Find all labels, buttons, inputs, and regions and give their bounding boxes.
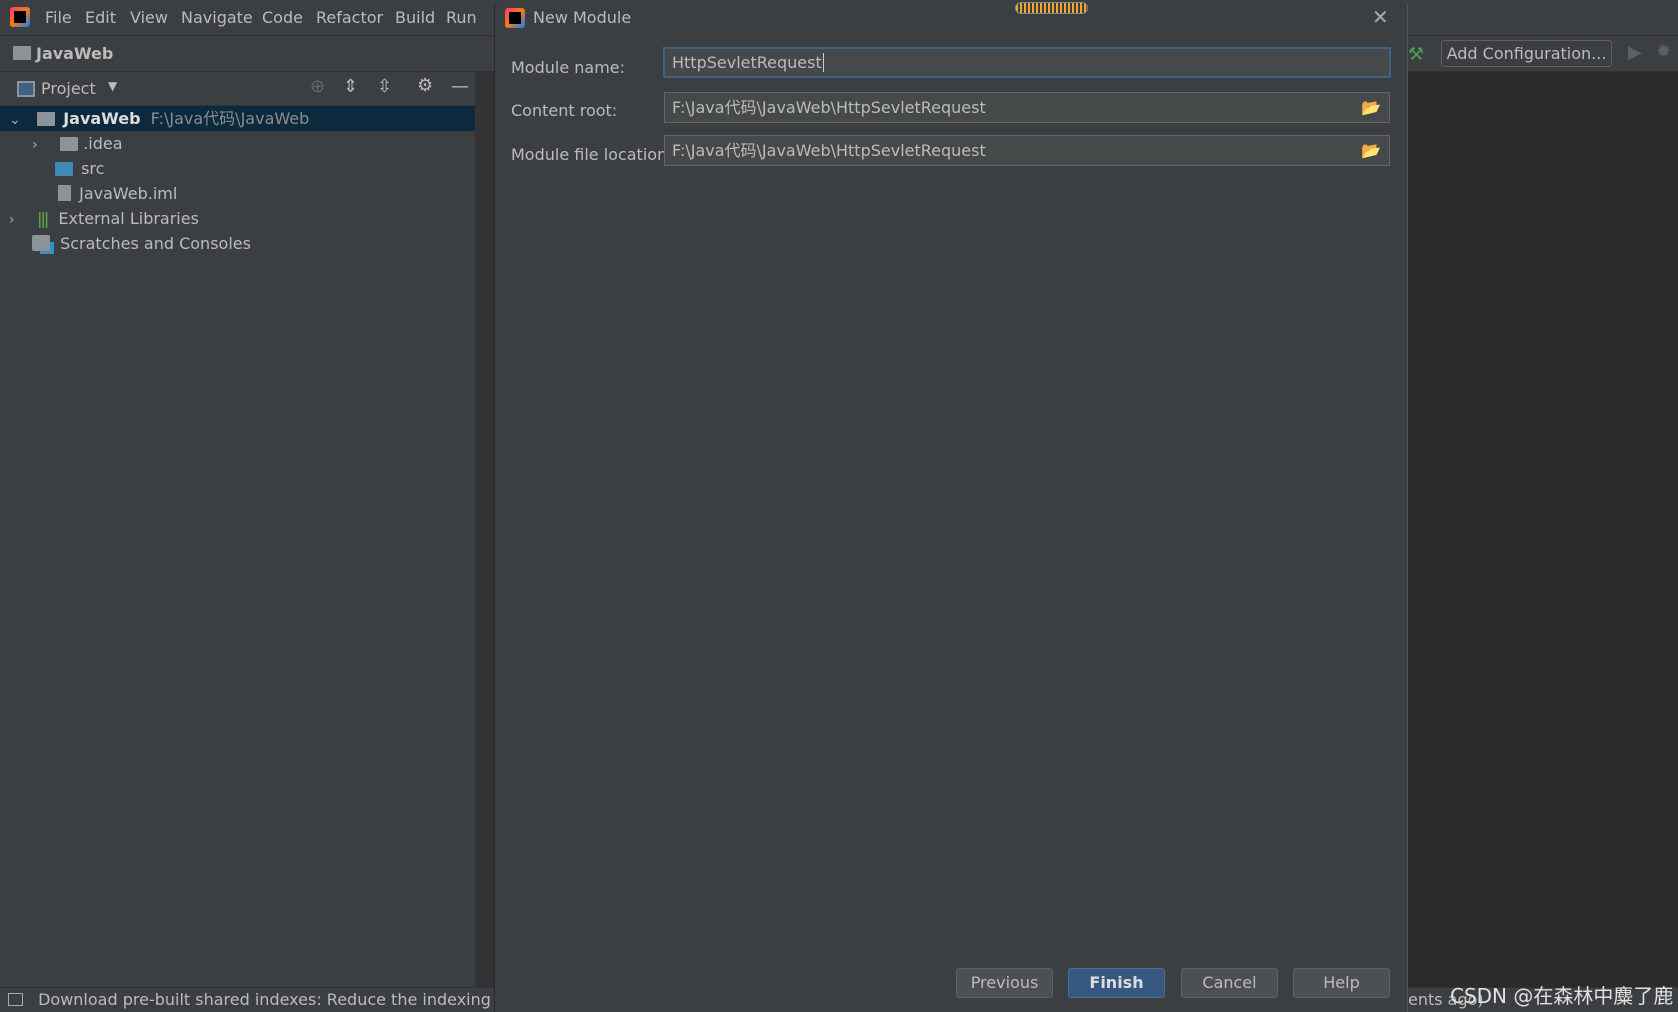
run-icon[interactable]: ▶	[1628, 42, 1642, 63]
module-name-input[interactable]: HttpSevletRequest	[663, 47, 1391, 78]
expand-all-icon[interactable]: ⇕	[343, 76, 358, 97]
project-view-icon	[17, 81, 35, 97]
module-file-location-label: Module file location:	[511, 145, 673, 164]
menu-file[interactable]: File	[45, 8, 72, 27]
chevron-down-icon[interactable]: ⌄	[9, 108, 23, 133]
content-root-input[interactable]: F:\Java代码\JavaWeb\HttpSevletRequest 📂	[664, 92, 1390, 123]
tree-item-javaweb[interactable]: ⌄ JavaWeb F:\Java代码\JavaWeb	[0, 106, 475, 131]
menu-edit[interactable]: Edit	[85, 8, 116, 27]
collapse-all-icon[interactable]: ⇳	[377, 76, 392, 97]
debug-icon[interactable]: ✹	[1656, 41, 1671, 62]
scratches-icon	[32, 235, 50, 251]
status-bar: Download pre-built shared indexes: Reduc…	[0, 987, 494, 1012]
project-folder-icon	[13, 46, 31, 60]
source-folder-icon	[55, 162, 73, 176]
cancel-button[interactable]: Cancel	[1181, 968, 1278, 998]
file-icon	[58, 185, 71, 201]
chevron-down-icon[interactable]: ▼	[108, 79, 117, 93]
browse-folder-icon[interactable]: 📂	[1361, 93, 1381, 122]
tree-item-label: JavaWeb.iml	[79, 184, 178, 203]
folder-icon	[60, 137, 79, 151]
tree-item-label: External Libraries	[58, 209, 199, 228]
status-toggle-icon[interactable]	[8, 993, 23, 1006]
tree-item-external-libraries[interactable]: › ||| External Libraries	[0, 206, 475, 231]
content-root-label: Content root:	[511, 101, 618, 120]
chevron-right-icon[interactable]: ›	[32, 133, 46, 158]
browse-folder-icon[interactable]: 📂	[1361, 136, 1381, 165]
tree-item-src[interactable]: src	[0, 156, 475, 181]
breadcrumb-project[interactable]: JavaWeb	[36, 44, 113, 63]
intellij-logo-icon	[10, 7, 30, 27]
menu-build[interactable]: Build	[395, 8, 435, 27]
progress-indicator	[1015, 2, 1088, 14]
new-module-dialog: New Module ✕ Module name: HttpSevletRequ…	[494, 0, 1408, 1012]
module-folder-icon	[37, 112, 56, 126]
watermark: CSDN @在森林中麋了鹿	[1450, 984, 1674, 1008]
tree-item-label: Scratches and Consoles	[60, 234, 251, 253]
module-file-location-input[interactable]: F:\Java代码\JavaWeb\HttpSevletRequest 📂	[664, 135, 1390, 166]
library-icon: |||	[37, 209, 49, 228]
help-button[interactable]: Help	[1293, 968, 1390, 998]
finish-button[interactable]: Finish	[1068, 968, 1165, 998]
intellij-logo-icon	[505, 8, 525, 28]
dialog-title: New Module	[533, 8, 632, 27]
close-icon[interactable]: ✕	[1372, 5, 1389, 29]
tree-item-idea[interactable]: › .idea	[0, 131, 475, 156]
content-root-value: F:\Java代码\JavaWeb\HttpSevletRequest	[672, 98, 986, 117]
tree-item-iml[interactable]: JavaWeb.iml	[0, 181, 475, 206]
project-view-title[interactable]: Project	[41, 79, 96, 98]
gear-icon[interactable]: ⚙	[417, 75, 433, 96]
menu-code[interactable]: Code	[262, 8, 303, 27]
previous-button[interactable]: Previous	[956, 968, 1053, 998]
tree-item-label: src	[81, 159, 105, 178]
tree-item-path: F:\Java代码\JavaWeb	[150, 109, 310, 128]
locate-icon[interactable]: ⊕	[310, 76, 325, 97]
project-panel-toolbar: Project ▼ ⊕ ⇕ ⇳ ⚙ —	[0, 72, 475, 106]
editor-gutter	[475, 72, 494, 987]
chevron-right-icon[interactable]: ›	[9, 208, 23, 233]
module-name-label: Module name:	[511, 58, 626, 77]
status-message[interactable]: Download pre-built shared indexes: Reduc…	[38, 990, 494, 1009]
tree-item-scratches[interactable]: Scratches and Consoles	[0, 231, 475, 256]
module-file-location-value: F:\Java代码\JavaWeb\HttpSevletRequest	[672, 141, 986, 160]
build-hammer-icon[interactable]: ⚒	[1408, 44, 1424, 65]
menu-view[interactable]: View	[130, 8, 168, 27]
menu-refactor[interactable]: Refactor	[316, 8, 383, 27]
editor-area	[1408, 72, 1678, 987]
tree-item-label: .idea	[83, 134, 123, 153]
module-name-value: HttpSevletRequest	[672, 53, 822, 72]
menu-run[interactable]: Run	[446, 8, 477, 27]
tree-item-label: JavaWeb	[63, 109, 141, 128]
add-configuration-button[interactable]: Add Configuration...	[1441, 40, 1612, 67]
hide-icon[interactable]: —	[451, 76, 469, 97]
menu-navigate[interactable]: Navigate	[181, 8, 253, 27]
